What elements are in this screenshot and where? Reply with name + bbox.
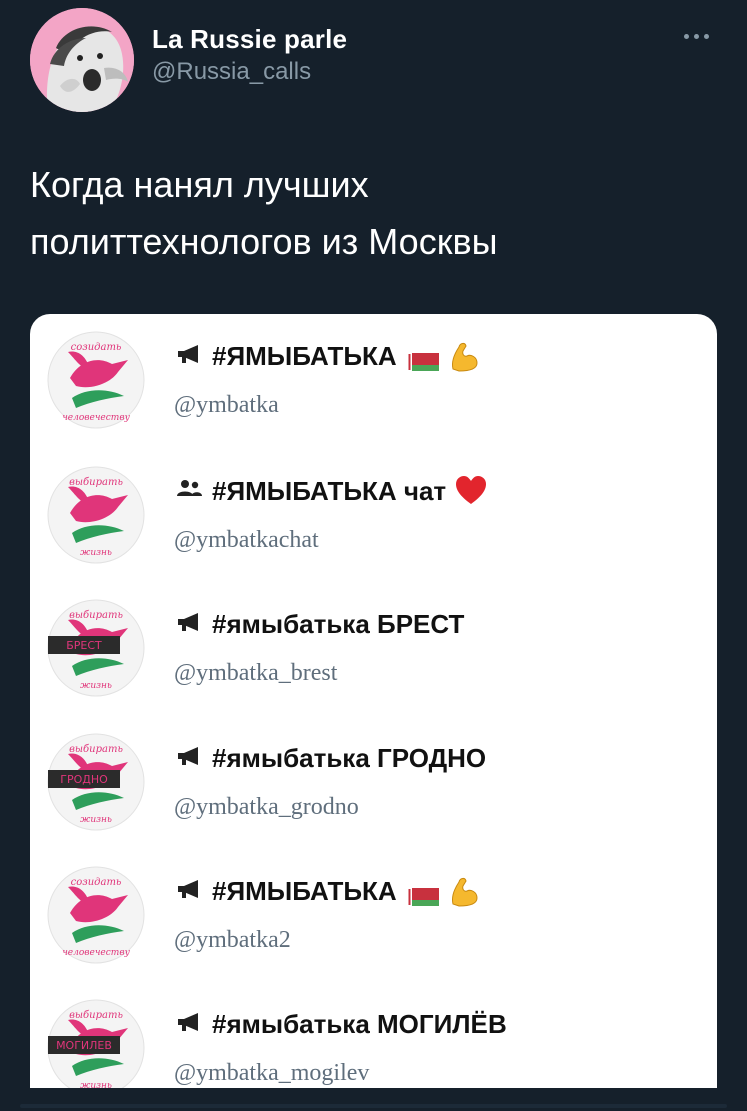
red-heart-icon — [454, 474, 488, 508]
channel-title-text: #ямыбатька ГРОДНО — [212, 742, 487, 773]
channel-title-text: #ямыбатька МОГИЛЁВ — [212, 1008, 507, 1039]
megaphone-icon — [174, 609, 204, 640]
scroll-indicator — [20, 1104, 727, 1108]
avatar-top-text: выбирать — [69, 610, 123, 621]
channel-handle: @ymbatkachat — [174, 527, 319, 553]
author-avatar[interactable] — [30, 8, 134, 112]
channel-title: #ямыбатька БРЕСТ — [174, 604, 464, 644]
channel-avatar: выбирать жизнь МОГИЛЕВ — [46, 998, 146, 1088]
channel-title: #ямыбатька МОГИЛЁВ — [174, 1004, 507, 1044]
channel-list-item[interactable]: выбирать жизнь МОГИЛЕВ #ямыбатька МОГИЛЁ… — [30, 992, 717, 1088]
avatar-city-tag: ГРОДНО — [60, 773, 108, 786]
channel-title-text: #ЯМЫБАТЬКА чат — [212, 475, 447, 506]
channel-avatar: выбирать жизнь — [46, 465, 146, 565]
avatar-bottom-text: жизнь — [80, 1081, 112, 1088]
avatar-bottom-text: жизнь — [80, 815, 112, 825]
more-options-icon[interactable] — [676, 26, 716, 46]
avatar-top-text: созидать — [71, 877, 122, 888]
channel-list-item[interactable]: созидать человечеству #ЯМЫБАТЬКА @ymbatk… — [30, 324, 717, 454]
channel-title: #ЯМЫБАТЬКА чат — [174, 471, 488, 511]
channel-avatar: созидать человечеству — [46, 330, 146, 430]
author-name[interactable]: La Russie parle — [152, 24, 347, 55]
channel-title: #ЯМЫБАТЬКА — [174, 336, 481, 376]
channel-list-item[interactable]: выбирать жизнь БРЕСТ #ямыбатька БРЕСТ @ym… — [30, 592, 717, 722]
channel-title: #ЯМЫБАТЬКА — [174, 871, 481, 911]
channel-handle: @ymbatka — [174, 392, 279, 418]
avatar-top-text: выбирать — [69, 477, 123, 488]
avatar-bottom-text: человечеству — [62, 413, 130, 423]
flexed-biceps-icon — [447, 874, 481, 908]
channel-handle: @ymbatka_mogilev — [174, 1060, 370, 1086]
megaphone-icon — [174, 1009, 204, 1040]
avatar-top-text: созидать — [71, 342, 122, 353]
group-chat-icon — [174, 476, 204, 507]
channel-list-item[interactable]: созидать человечеству #ЯМЫБАТЬКА @ymbatk… — [30, 859, 717, 989]
tweet-media-image[interactable]: созидать человечеству #ЯМЫБАТЬКА @ymbatk… — [30, 314, 717, 1088]
channel-list-item[interactable]: выбирать жизнь ГРОДНО #ямыбатька ГРОДНО @… — [30, 726, 717, 856]
channel-handle: @ymbatka_brest — [174, 660, 338, 686]
channel-title-text: #ямыбатька БРЕСТ — [212, 608, 465, 639]
channel-list-item[interactable]: выбирать жизнь #ЯМЫБАТЬКА чат @ymbatkach… — [30, 459, 717, 589]
flag-belarus-icon — [406, 347, 439, 371]
tweet-text-line: политтехнологов из Москвы — [30, 221, 498, 262]
channel-title: #ямыбатька ГРОДНО — [174, 738, 486, 778]
channel-handle: @ymbatka_grodno — [174, 794, 359, 820]
avatar-city-tag: МОГИЛЕВ — [56, 1039, 112, 1052]
tweet-text: Когда нанял лучших политтехнологов из Мо… — [30, 156, 710, 270]
flag-belarus-icon — [406, 882, 439, 906]
channel-avatar: выбирать жизнь БРЕСТ — [46, 598, 146, 698]
avatar-top-text: выбирать — [69, 1010, 123, 1021]
channel-avatar: выбирать жизнь ГРОДНО — [46, 732, 146, 832]
avatar-city-tag: БРЕСТ — [66, 639, 102, 652]
megaphone-icon — [174, 341, 204, 372]
avatar-bottom-text: жизнь — [80, 681, 112, 691]
channel-handle: @ymbatka2 — [174, 927, 291, 953]
channel-title-text: #ЯМЫБАТЬКА — [212, 875, 397, 906]
avatar-bottom-text: человечеству — [62, 948, 130, 958]
channel-avatar: созидать человечеству — [46, 865, 146, 965]
tweet-text-line: Когда нанял лучших — [30, 164, 369, 205]
flexed-biceps-icon — [447, 339, 481, 373]
megaphone-icon — [174, 743, 204, 774]
megaphone-icon — [174, 876, 204, 907]
author-handle[interactable]: @Russia_calls — [152, 58, 311, 86]
avatar-bottom-text: жизнь — [80, 548, 112, 558]
channel-title-text: #ЯМЫБАТЬКА — [212, 340, 397, 371]
avatar-top-text: выбирать — [69, 744, 123, 755]
